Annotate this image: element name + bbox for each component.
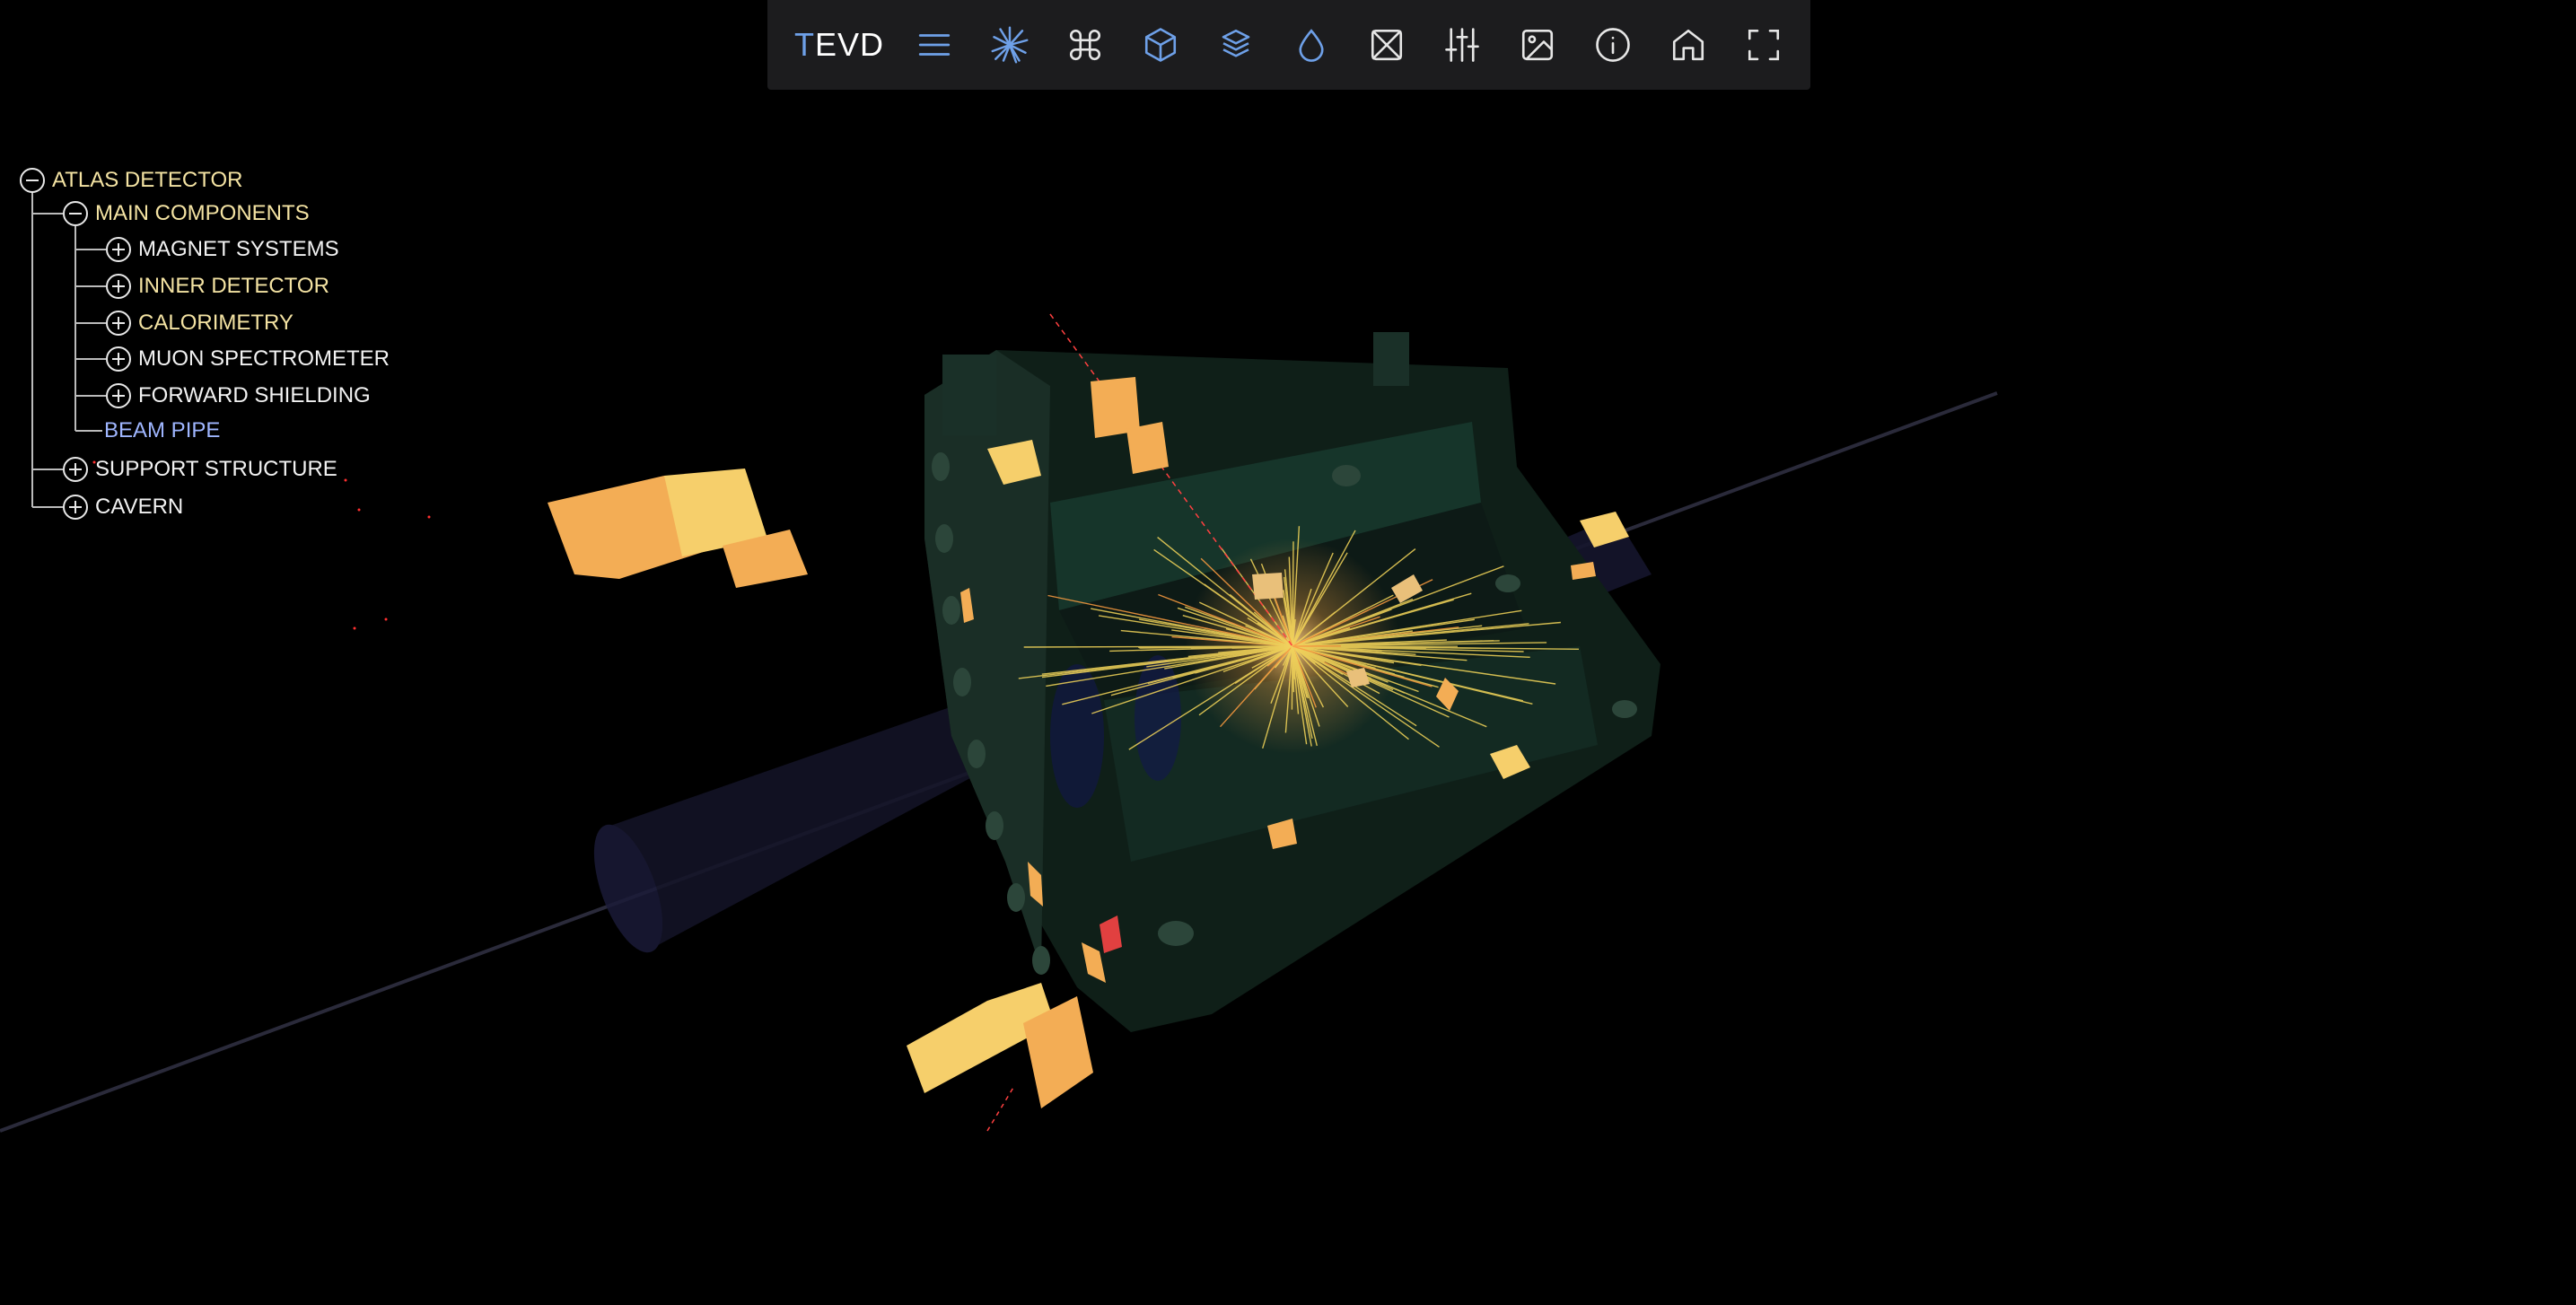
event-burst-icon [991, 26, 1029, 64]
home-icon [1672, 29, 1704, 61]
tree-label[interactable]: INNER DETECTOR [138, 274, 329, 299]
clear-button[interactable] [1349, 7, 1424, 83]
layers-button[interactable] [1198, 7, 1274, 83]
cube-icon [1144, 28, 1177, 62]
tree-node-magnet-systems[interactable]: MAGNET SYSTEMS [106, 233, 339, 266]
collapse-icon[interactable] [63, 201, 88, 226]
tree-label[interactable]: MUON SPECTROMETER [138, 346, 390, 372]
event-data-button[interactable] [972, 7, 1047, 83]
expand-icon[interactable] [63, 457, 88, 482]
expand-icon[interactable] [106, 274, 131, 299]
screenshot-button[interactable] [1500, 7, 1575, 83]
tree-node-support-structure[interactable]: SUPPORT STRUCTURE [63, 453, 337, 486]
droplet-icon [1299, 29, 1324, 62]
geometry-tree: ATLAS DETECTOR MAIN COMPONENTS MAGNET SY… [16, 162, 411, 539]
app-logo: T EVD [794, 26, 885, 63]
menu-button[interactable] [897, 7, 972, 83]
tree-node-beam-pipe[interactable]: BEAM PIPE [104, 415, 220, 447]
geometry-icon [1070, 29, 1101, 61]
fullscreen-button[interactable] [1726, 7, 1801, 83]
expand-icon[interactable] [106, 237, 131, 262]
settings-button[interactable] [1424, 7, 1500, 83]
geometry-button[interactable] [1047, 7, 1123, 83]
info-button[interactable] [1575, 7, 1651, 83]
expand-icon[interactable] [106, 383, 131, 408]
tree-label[interactable]: BEAM PIPE [104, 418, 220, 443]
tree-node-forward-shielding[interactable]: FORWARD SHIELDING [106, 380, 371, 412]
main-toolbar: T EVD [767, 0, 1810, 90]
layers-icon [1222, 29, 1250, 57]
tree-node-muon-spectrometer[interactable]: MUON SPECTROMETER [106, 343, 390, 375]
tree-label[interactable]: CALORIMETRY [138, 311, 294, 336]
expand-icon[interactable] [63, 495, 88, 520]
tree-label[interactable]: CAVERN [95, 495, 183, 520]
transparency-button[interactable] [1274, 7, 1349, 83]
image-icon [1521, 29, 1554, 61]
tree-label[interactable]: FORWARD SHIELDING [138, 383, 371, 408]
menu-icon [918, 34, 951, 56]
tree-node-cavern[interactable]: CAVERN [63, 491, 183, 523]
tree-node-inner-detector[interactable]: INNER DETECTOR [106, 270, 329, 302]
expand-icon[interactable] [106, 311, 131, 336]
collapse-icon[interactable] [20, 168, 45, 193]
tree-label[interactable]: SUPPORT STRUCTURE [95, 457, 337, 482]
tree-label[interactable]: MAIN COMPONENTS [95, 201, 310, 226]
tree-label[interactable]: ATLAS DETECTOR [52, 168, 242, 193]
tree-node-calorimetry[interactable]: CALORIMETRY [106, 307, 294, 339]
home-button[interactable] [1651, 7, 1726, 83]
cube-view-button[interactable] [1123, 7, 1198, 83]
tree-node-atlas-detector[interactable]: ATLAS DETECTOR [20, 164, 242, 197]
clear-icon [1371, 29, 1403, 61]
expand-icon[interactable] [106, 346, 131, 372]
fullscreen-icon [1748, 29, 1780, 61]
info-icon [1596, 28, 1630, 62]
settings-sliders-icon [1445, 28, 1479, 62]
tree-node-main-components[interactable]: MAIN COMPONENTS [63, 197, 310, 230]
tree-label[interactable]: MAGNET SYSTEMS [138, 237, 339, 262]
